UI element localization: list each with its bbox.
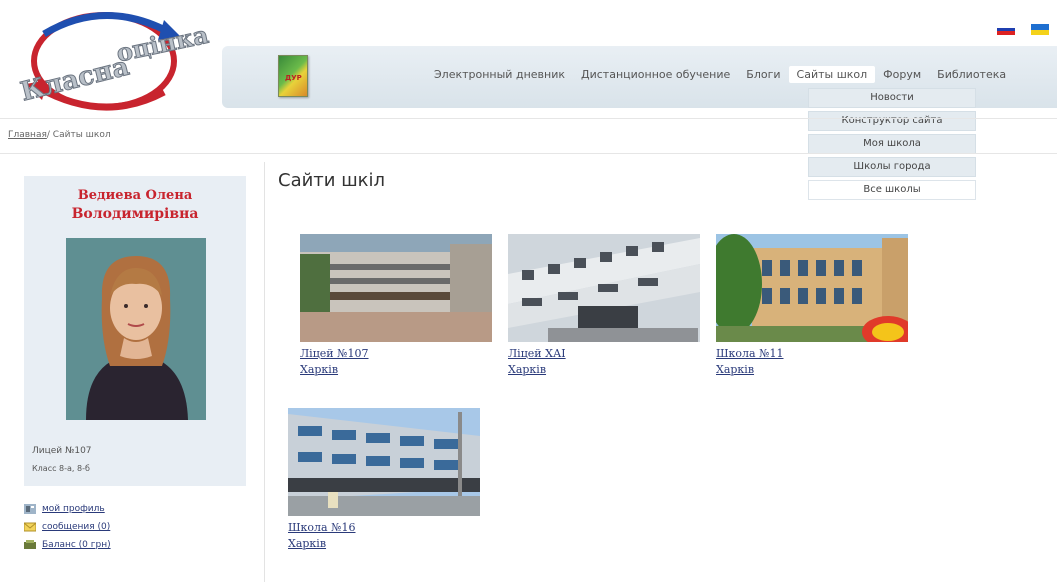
dropdown-news[interactable]: Новости: [808, 88, 976, 108]
school-card[interactable]: Школа №16 Харків: [288, 408, 480, 552]
school-city[interactable]: Харків: [716, 362, 908, 378]
school-card[interactable]: Ліцей №107 Харків: [300, 234, 492, 378]
school-name[interactable]: Школа №16: [288, 520, 480, 536]
school-photo[interactable]: [288, 408, 480, 516]
breadcrumb-current: Сайты школ: [52, 130, 111, 140]
book-icon[interactable]: ДУР: [278, 55, 308, 97]
sidebar-link-profile[interactable]: мой профиль: [24, 500, 111, 518]
sidebar-link-messages[interactable]: сообщения (0): [23, 518, 111, 536]
profile-name-line2: Володимирівна: [71, 206, 199, 222]
school-card[interactable]: Школа №11 Харків: [716, 234, 908, 378]
school-name[interactable]: Ліцей №107: [300, 346, 492, 362]
ukrainian-flag-icon[interactable]: [1031, 24, 1049, 35]
nav-blogs[interactable]: Блоги: [738, 66, 788, 83]
school-photo[interactable]: [508, 234, 700, 342]
nav-electronic-diary[interactable]: Электронный дневник: [426, 66, 573, 83]
sidebar-link-balance[interactable]: Баланс (0 грн): [24, 536, 111, 554]
breadcrumb-home[interactable]: Главная: [8, 130, 47, 140]
nav-forum[interactable]: Форум: [875, 66, 929, 83]
profile-name: Ведиева Олена Володимирівна: [24, 186, 246, 224]
link-balance[interactable]: Баланс (0 грн): [42, 540, 111, 550]
sidebar-links: мой профиль сообщения (0) Баланс (0 грн): [23, 500, 111, 554]
link-my-profile[interactable]: мой профиль: [42, 504, 105, 514]
profile-class: Класс 8-а, 8-б: [32, 464, 90, 473]
school-card[interactable]: Ліцей ХАІ Харків: [508, 234, 700, 378]
breadcrumb: Главная/ Сайты школ: [8, 130, 111, 140]
profile-school: Лицей №107: [32, 446, 92, 456]
school-city[interactable]: Харків: [288, 536, 480, 552]
school-name[interactable]: Школа №11: [716, 346, 908, 362]
russian-flag-icon[interactable]: [997, 24, 1015, 36]
breadcrumb-separator: /: [46, 130, 50, 140]
nav-distance-learning[interactable]: Дистанционное обучение: [573, 66, 738, 83]
school-photo[interactable]: [716, 234, 908, 342]
nav-library[interactable]: Библиотека: [929, 66, 1014, 83]
school-city[interactable]: Харків: [300, 362, 492, 378]
dropdown-all-schools[interactable]: Все школы: [808, 180, 976, 200]
dropdown-city-schools[interactable]: Школы города: [808, 157, 976, 177]
envelope-icon: [23, 522, 37, 532]
profile-card: Ведиева Олена Володимирівна Лицей №107 К…: [24, 176, 246, 486]
profile-name-line1: Ведиева Олена: [77, 188, 193, 203]
school-name[interactable]: Ліцей ХАІ: [508, 346, 700, 362]
wallet-icon: [24, 540, 36, 550]
page-title: Сайти шкіл: [278, 170, 386, 191]
sidebar: Ведиева Олена Володимирівна Лицей №107 К…: [8, 162, 265, 582]
school-city[interactable]: Харків: [508, 362, 700, 378]
profile-icon: [24, 504, 36, 514]
site-logo[interactable]: Класна оцінка: [4, 6, 222, 116]
profile-photo: [66, 238, 206, 420]
link-messages[interactable]: сообщения (0): [42, 522, 110, 532]
school-photo[interactable]: [300, 234, 492, 342]
nav-school-sites[interactable]: Сайты школ: [788, 66, 876, 83]
